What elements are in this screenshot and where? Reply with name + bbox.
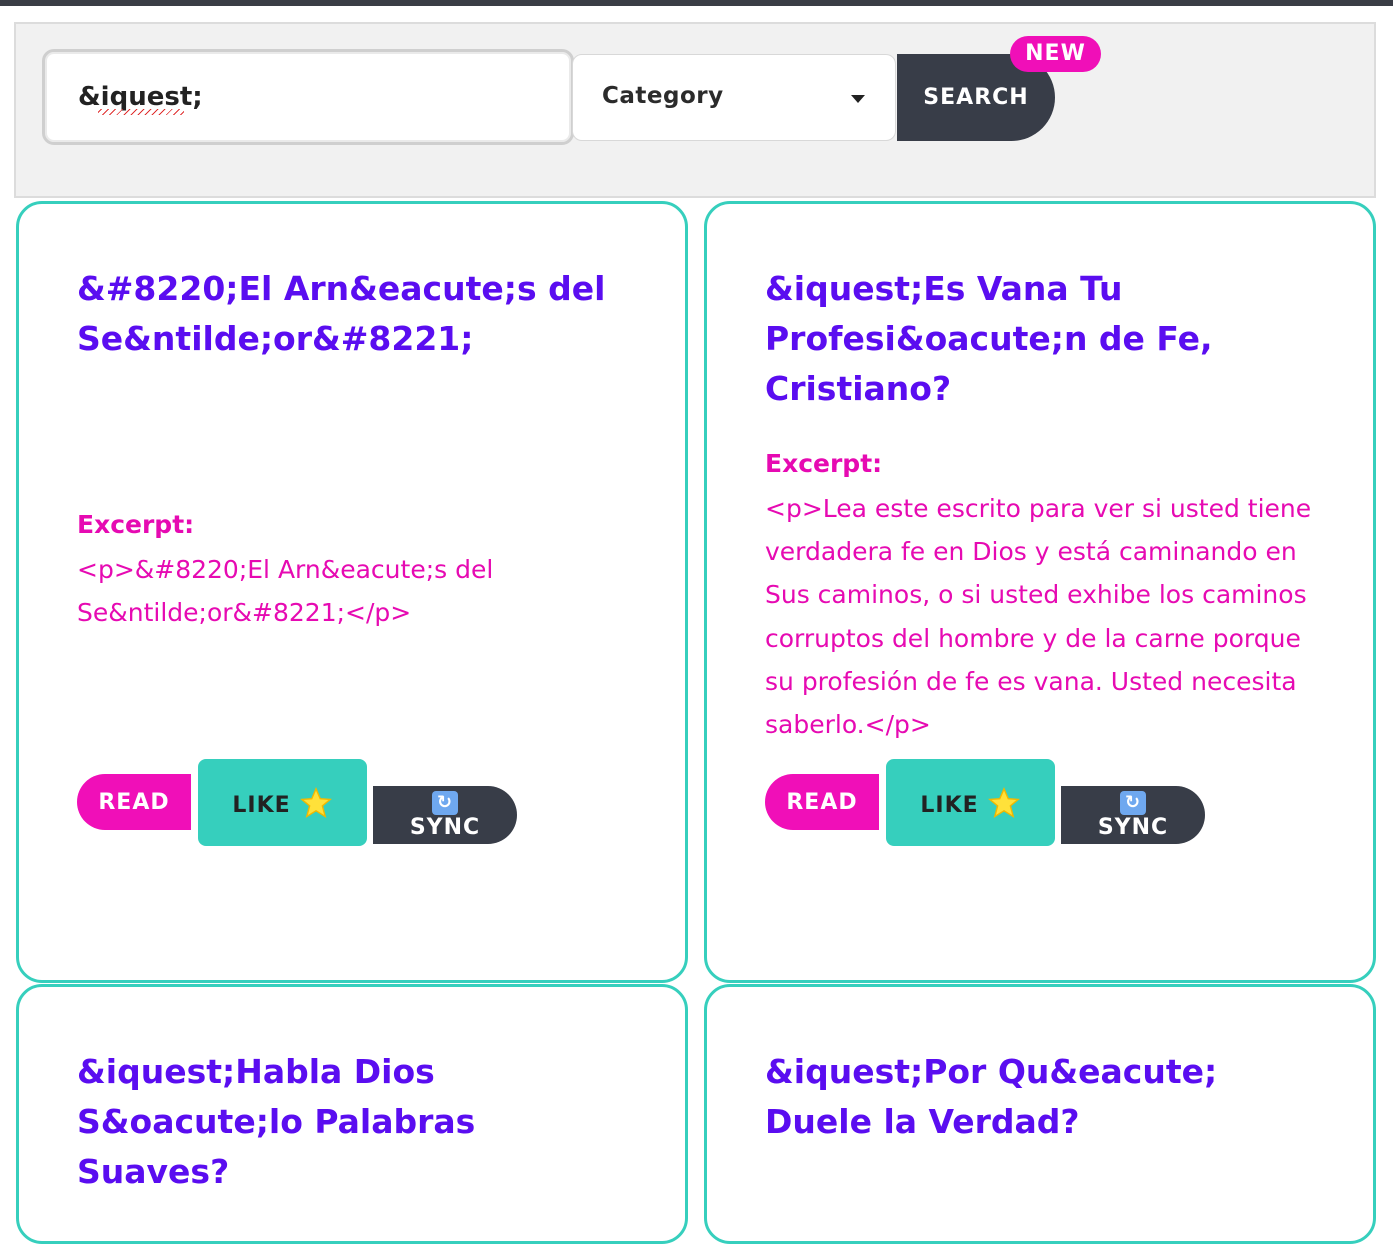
post-card: &iquest;Por Qu&eacute; Duele la Verdad?: [704, 984, 1376, 1244]
post-card: &iquest;Habla Dios S&oacute;lo Palabras …: [16, 984, 688, 1244]
like-button[interactable]: LIKE: [198, 759, 367, 846]
excerpt-text: <p>Lea este escrito para ver si usted ti…: [765, 494, 1312, 740]
post-card: &iquest;Es Vana Tu Profesi&oacute;n de F…: [704, 201, 1376, 983]
excerpt-label: Excerpt:: [77, 510, 195, 539]
card-title: &#8220;El Arn&eacute;s del Se&ntilde;or&…: [77, 269, 606, 358]
category-select[interactable]: Category: [572, 54, 896, 141]
excerpt-label: Excerpt:: [765, 449, 883, 478]
read-button[interactable]: READ: [765, 774, 879, 830]
post-card: &#8220;El Arn&eacute;s del Se&ntilde;or&…: [16, 201, 688, 983]
excerpt-text: <p>&#8220;El Arn&eacute;s del Se&ntilde;…: [77, 555, 494, 628]
top-border: [0, 0, 1393, 6]
sync-icon: ↻: [432, 791, 458, 815]
category-label: Category: [602, 83, 724, 109]
sync-icon: ↻: [1120, 791, 1146, 815]
new-badge: NEW: [1010, 36, 1101, 72]
card-title: &iquest;Habla Dios S&oacute;lo Palabras …: [77, 1052, 476, 1191]
sync-label: SYNC: [409, 815, 481, 840]
star-icon: [987, 786, 1020, 818]
star-icon: [299, 786, 332, 818]
card-title: &iquest;Por Qu&eacute; Duele la Verdad?: [765, 1052, 1218, 1141]
sync-button[interactable]: ↻ SYNC: [373, 786, 517, 844]
sync-label: SYNC: [1097, 815, 1169, 840]
like-label: LIKE: [920, 792, 979, 818]
search-input[interactable]: [42, 49, 574, 145]
like-label: LIKE: [232, 792, 291, 818]
chevron-down-icon: [851, 95, 865, 103]
card-title: &iquest;Es Vana Tu Profesi&oacute;n de F…: [765, 269, 1213, 408]
read-button[interactable]: READ: [77, 774, 191, 830]
sync-button[interactable]: ↻ SYNC: [1061, 786, 1205, 844]
like-button[interactable]: LIKE: [886, 759, 1055, 846]
